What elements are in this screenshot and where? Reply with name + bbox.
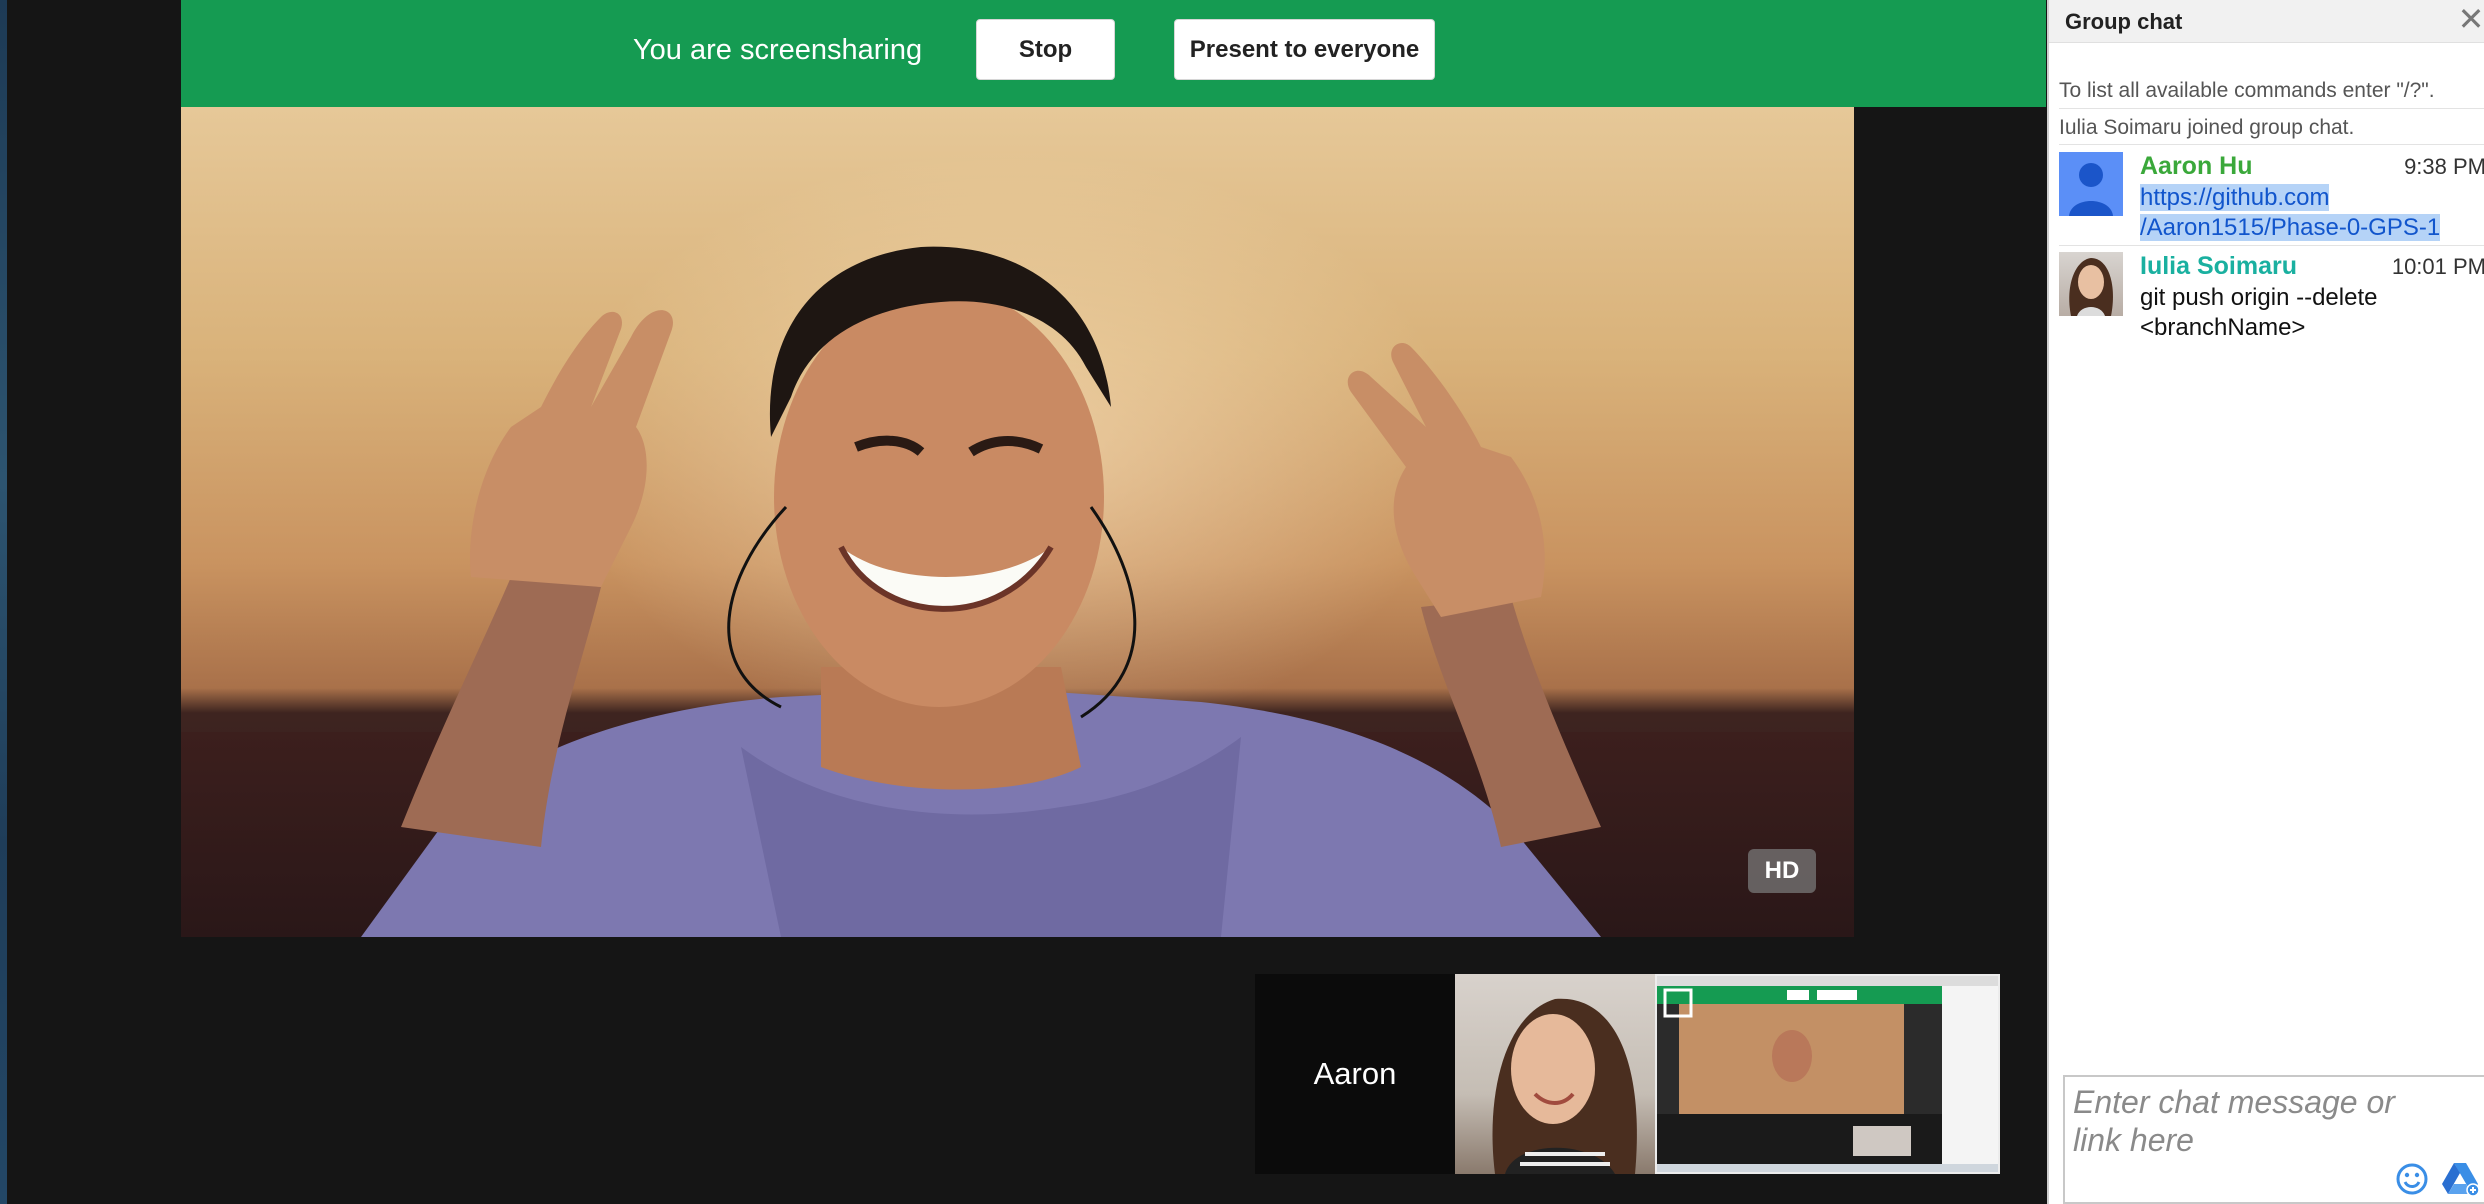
chat-system-message: Iulia Soimaru joined group chat. [2059,116,2355,139]
screenshare-status: You are screensharing [633,34,923,66]
chat-divider [2059,245,2484,246]
chat-link-line[interactable]: https://github.com [2140,184,2330,211]
chat-sender-name: Iulia Soimaru [2140,252,2297,280]
thumbnail-iulia[interactable] [1455,974,1655,1174]
emoji-icon[interactable] [2395,1162,2429,1196]
user-avatar [2059,252,2123,316]
chat-sender-name: Aaron Hu [2140,152,2253,180]
chat-message-input[interactable]: Enter chat message or link here [2063,1075,2484,1204]
chat-system-message: To list all available commands enter "/?… [2059,79,2435,102]
chat-message-link[interactable]: https://github.com /Aaron1515/Phase-0-GP… [2140,183,2484,243]
hangouts-window: You are screensharing Stop Present to ev… [0,0,2484,1204]
stop-sharing-button[interactable]: Stop [976,19,1115,80]
chat-text-line: <branchName> [2140,314,2306,341]
chat-header: Group chat ✕ [2049,0,2484,43]
desktop-edge [0,0,7,1204]
chat-divider [2059,144,2484,145]
participant-video-image [361,246,1601,937]
close-icon[interactable]: ✕ [2456,2,2484,36]
thumbnail-participant-name: Aaron [1313,1056,1397,1091]
participant-filmstrip: Aaron [1255,974,2000,1174]
chat-message-text: git push origin --delete <branchName> [2140,283,2484,343]
thumbnail-aaron[interactable]: Aaron [1255,974,1455,1174]
chat-divider [2059,108,2484,109]
default-avatar-icon [2059,152,2123,216]
hd-quality-badge[interactable]: HD [1748,849,1816,893]
screenshare-bar: You are screensharing Stop Present to ev… [181,0,2046,107]
thumbnail-screenshare[interactable] [1655,974,2000,1174]
chat-message: Aaron Hu 9:38 PM https://github.com /Aar… [2059,152,2484,243]
google-drive-icon[interactable] [2440,1161,2480,1197]
chat-timestamp: 10:01 PM [2391,254,2484,279]
screenshare-thumbnail-image [1657,976,1998,1172]
present-to-everyone-button[interactable]: Present to everyone [1174,19,1435,80]
chat-link-line[interactable]: /Aaron1515/Phase-0-GPS-1 [2140,214,2441,241]
main-video-feed: HD [181,107,1854,937]
chat-input-placeholder: Enter chat message or link here [2073,1084,2395,1158]
chat-title: Group chat [2065,9,2183,34]
chat-message: Iulia Soimaru 10:01 PM git push origin -… [2059,252,2484,344]
chat-timestamp: 9:38 PM [2404,154,2484,179]
group-chat-panel: Group chat ✕ To list all available comma… [2047,0,2484,1204]
chat-text-line: git push origin --delete [2140,284,2378,311]
participant-thumbnail-image [1492,998,1637,1174]
